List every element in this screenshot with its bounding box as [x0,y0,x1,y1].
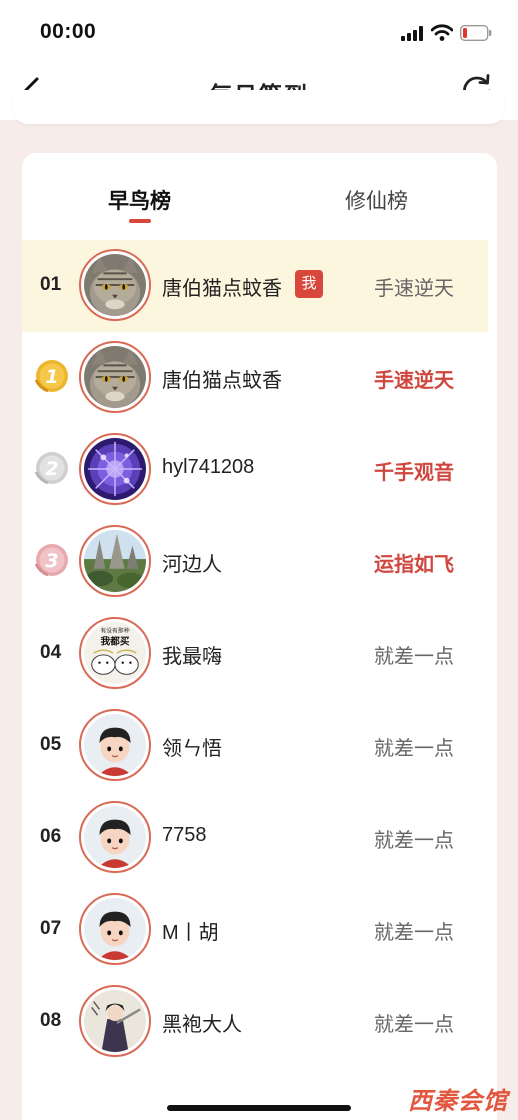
leaderboard-row[interactable]: 2 hyl741208 千手观音 [22,424,488,516]
svg-text:2: 2 [45,458,58,480]
my-rank-row[interactable]: 01 唐伯猫点蚊香 我 手速逆天 [22,240,488,332]
rank-status: 就差一点 [374,738,454,760]
leaderboard-row[interactable]: 05 领ㄣ悟 就差一点 [22,700,488,792]
svg-text:有没有那种: 有没有那种 [101,627,130,635]
leaderboard-row[interactable]: 3 河边人 运指如飞 [22,516,488,608]
cartoon-avatar-image [84,898,146,960]
rank-number: 05 [40,734,62,755]
user-name: 黑袍大人 [162,1014,242,1036]
watermark-logo: 西秦会馆 [408,1088,508,1115]
rank-status: 就差一点 [374,1014,454,1036]
avatar[interactable] [79,341,151,413]
meme-avatar-image: 有没有那种 我都买 [84,622,146,684]
tab-immortal[interactable]: 修仙榜 [345,185,408,215]
rank-status: 千手观音 [374,462,454,484]
leaderboard-tabs: 早鸟榜 修仙榜 [22,153,497,239]
rank-status: 手速逆天 [374,370,454,392]
bronze-medal-icon: 3 [34,544,68,577]
cellular-signal-icon [401,25,425,41]
avatar[interactable] [79,433,151,505]
rank-status: 运指如飞 [374,554,454,576]
character-avatar-image [84,990,146,1052]
avatar[interactable] [79,893,151,965]
rank-status: 就差一点 [374,922,454,944]
active-tab-indicator [129,219,151,223]
avatar[interactable] [79,801,151,873]
rank-number: 04 [40,642,62,663]
rank-number: 07 [40,918,62,939]
leaderboard-row[interactable]: 1 唐伯猫点蚊香 手速逆天 [22,332,488,424]
leaderboard-row[interactable]: 04 有没有那种 我都买 我最嗨 就差一点 [22,608,488,700]
landscape-avatar-image [84,530,146,592]
avatar[interactable] [79,249,151,321]
me-badge: 我 [295,270,323,298]
rank-number: 06 [40,826,62,847]
user-name: 唐伯猫点蚊香 [162,370,282,392]
status-time: 00:00 [40,20,97,43]
cat-avatar-image [84,346,146,408]
leaderboard-panel: 早鸟榜 修仙榜 01 唐伯猫点蚊香 我 手速逆天 1 唐伯猫点蚊香 手速逆天 2… [22,153,497,1120]
screen: 00:00 每日签到 早鸟榜 修仙榜 [0,0,518,1120]
user-name: 领ㄣ悟 [162,738,222,760]
user-name: M丨胡 [162,922,219,944]
leaderboard-row[interactable]: 08 黑袍大人 就差一点 [22,976,488,1068]
gold-medal-icon: 1 [34,360,68,393]
user-name: 唐伯猫点蚊香 [162,278,282,300]
svg-text:3: 3 [45,550,58,572]
user-name: 河边人 [162,554,222,576]
wifi-icon [431,24,453,41]
avatar[interactable] [79,985,151,1057]
leaderboard-row[interactable]: 06 7758 就差一点 [22,792,488,884]
avatar[interactable]: 有没有那种 我都买 [79,617,151,689]
rank-number: 08 [40,1010,62,1031]
rank-status: 手速逆天 [374,278,454,300]
battery-icon [460,25,492,41]
svg-text:1: 1 [45,366,58,388]
user-name: hyl741208 [162,456,255,478]
home-indicator[interactable] [167,1105,351,1111]
tab-early-bird[interactable]: 早鸟榜 [108,185,171,215]
avatar[interactable] [79,525,151,597]
user-name: 我最嗨 [162,646,222,668]
svg-text:我都买: 我都买 [100,634,129,647]
rank-status: 就差一点 [374,830,454,852]
rank-number: 01 [40,274,62,295]
leaderboard-row[interactable]: 07 M丨胡 就差一点 [22,884,488,976]
purple-flower-avatar-image [84,438,146,500]
cat-avatar-image [84,254,146,316]
avatar[interactable] [79,709,151,781]
rank-status: 就差一点 [374,646,454,668]
status-bar: 00:00 [0,0,518,60]
silver-medal-icon: 2 [34,452,68,485]
cartoon-avatar-image [84,714,146,776]
header-card-edge [14,90,504,124]
cartoon-avatar-image [84,806,146,868]
user-name: 7758 [162,824,207,846]
